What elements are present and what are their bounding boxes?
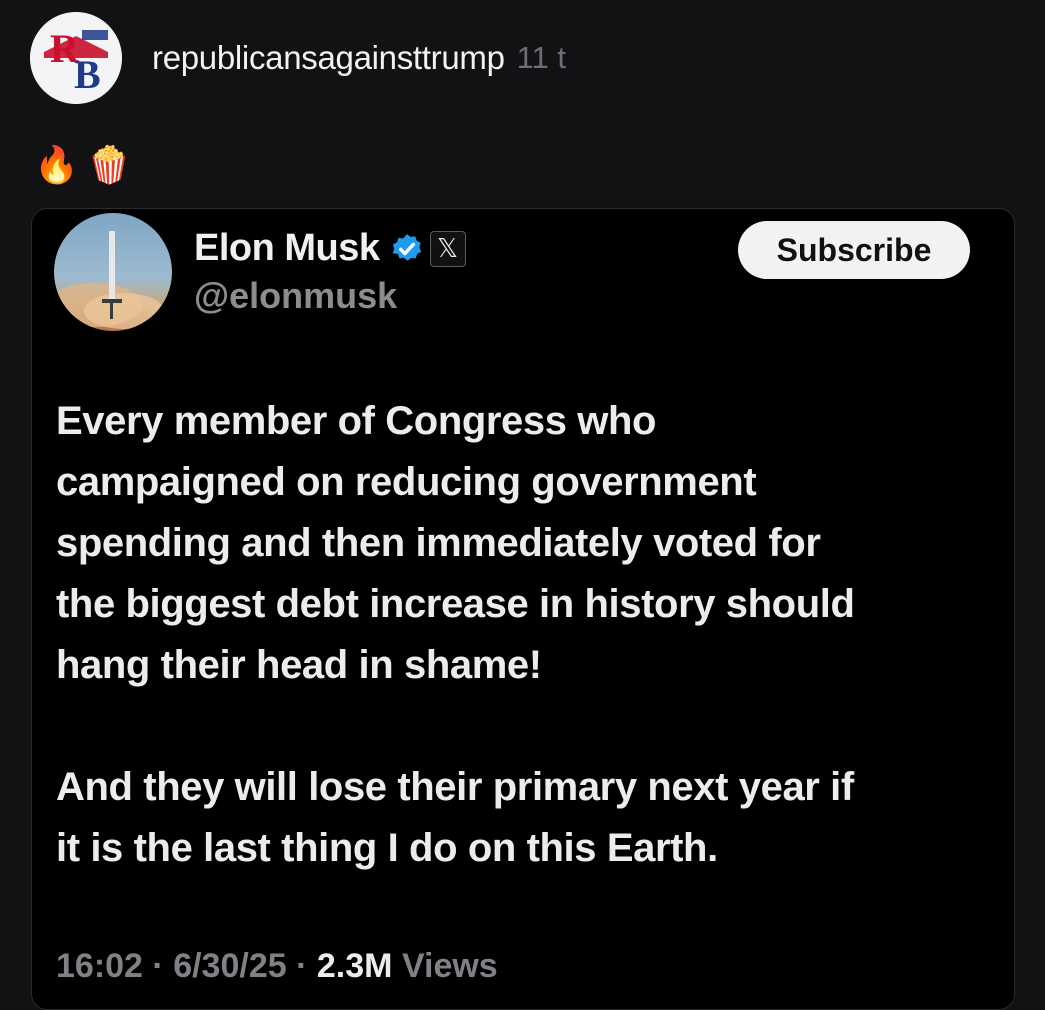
post-time: 11 t (516, 40, 567, 75)
tweet-author-row: Elon Musk 𝕏 (194, 227, 466, 270)
tweet-time: 16:02 (56, 947, 143, 985)
post-caption: 🔥 🍿 (34, 143, 132, 187)
post-username[interactable]: republicansagainsttrump (152, 39, 505, 77)
tweet-meta: 16:02 · 6/30/25 · 2.3M Views (56, 947, 498, 986)
meta-separator: · (152, 947, 164, 985)
rb-logo-icon: R B (30, 12, 122, 104)
tweet-handle[interactable]: @elonmusk (194, 275, 397, 317)
popcorn-emoji: 🍿 (86, 144, 132, 185)
post-header: R B republicansagainsttrump 11 t (30, 12, 566, 104)
tweet-text: Every member of Congress who campaigned … (56, 399, 855, 870)
tweet-date: 6/30/25 (173, 947, 287, 985)
tweet-views-count: 2.3M (316, 947, 393, 985)
account-avatar[interactable]: R B (30, 12, 122, 104)
verified-badge-icon (392, 233, 421, 261)
tweet-author-name[interactable]: Elon Musk (194, 227, 380, 270)
rocket-launch-icon (54, 231, 164, 329)
meta-separator: · (296, 947, 308, 985)
tweet-views-label: Views (401, 947, 498, 985)
subscribe-button[interactable]: Subscribe (738, 221, 970, 279)
fire-emoji: 🔥 (34, 144, 79, 185)
tweet-avatar[interactable] (54, 213, 172, 331)
tweet-card[interactable]: Elon Musk 𝕏 @elonmusk Subscribe Every me… (31, 208, 1015, 1010)
logo-letter-b: B (74, 52, 101, 97)
x-logo-icon: 𝕏 (429, 230, 466, 267)
